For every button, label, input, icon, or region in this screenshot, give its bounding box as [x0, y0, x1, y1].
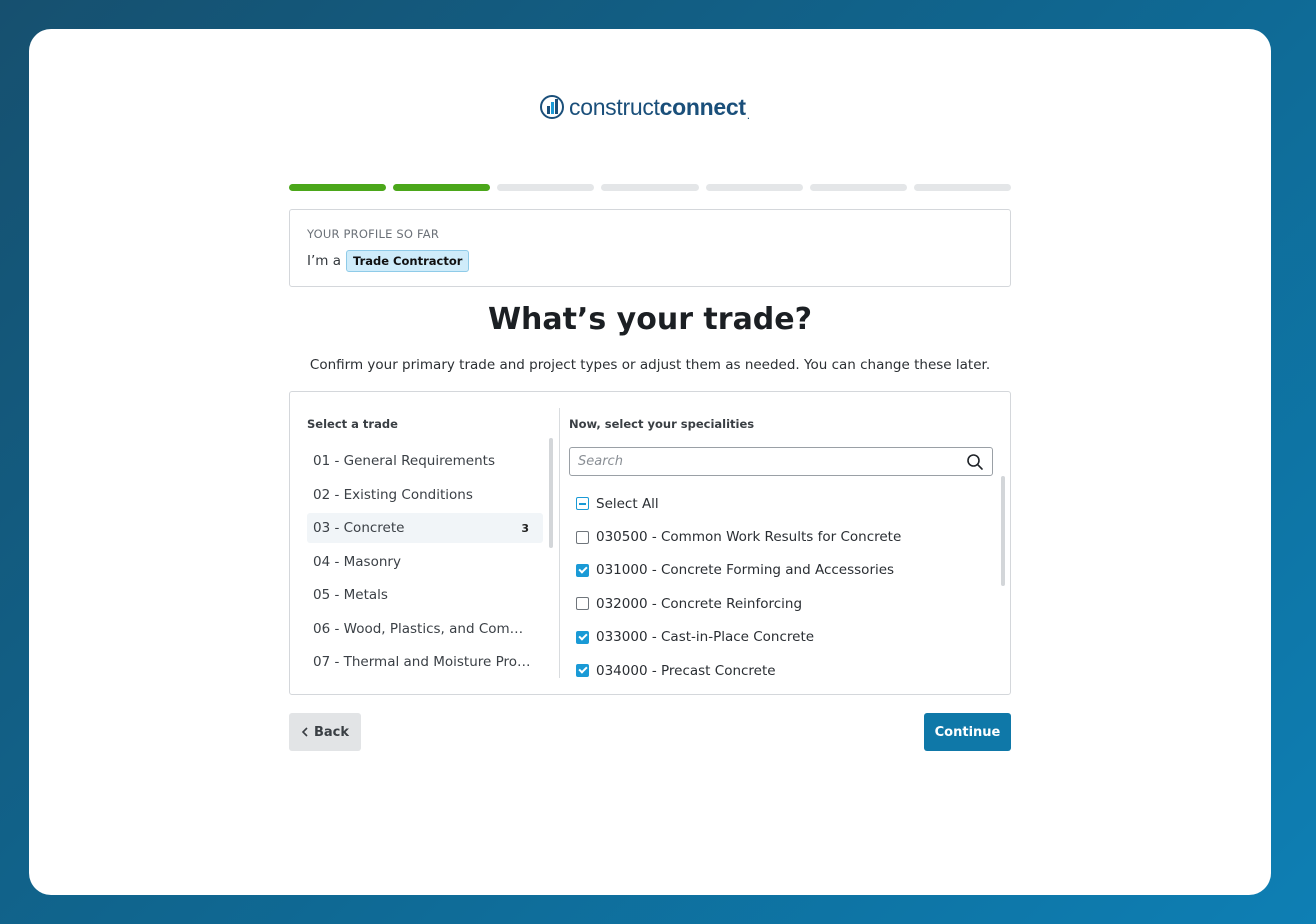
page-title: What’s your trade? [487, 302, 813, 337]
speciality-option[interactable]: 034000 - Precast Concrete [576, 654, 986, 687]
trade-item-label: 07 - Thermal and Moisture Prote... [313, 654, 531, 670]
speciality-column: Now, select your specialities Select All… [569, 392, 1005, 694]
speciality-option[interactable]: 033000 - Cast-in-Place Concrete [576, 621, 986, 654]
speciality-label: 031000 - Concrete Forming and Accessorie… [596, 562, 895, 579]
progress-segment [913, 184, 1011, 191]
search-icon[interactable] [966, 453, 984, 471]
speciality-option[interactable]: 030500 - Common Work Results for Concret… [576, 520, 986, 553]
trade-column: Select a trade 01 - General Requirements… [307, 392, 553, 694]
progress-segment [497, 184, 595, 191]
trade-list: 01 - General Requirements 02 - Existing C… [307, 446, 543, 681]
trade-item[interactable]: 02 - Existing Conditions [307, 480, 543, 510]
speciality-checkbox[interactable] [576, 664, 589, 678]
role-tag: Trade Contractor [346, 250, 470, 272]
profile-summary: YOUR PROFILE SO FAR I’m a Trade Contract… [289, 209, 1011, 287]
progress-segment [393, 184, 491, 191]
speciality-option[interactable]: 032000 - Concrete Reinforcing [576, 587, 986, 620]
logo-mark-icon [540, 95, 564, 119]
continue-button[interactable]: Continue [924, 713, 1011, 751]
speciality-label: 030500 - Common Work Results for Concret… [596, 529, 902, 546]
progress-bar [289, 184, 1011, 191]
trade-item-label: 01 - General Requirements [313, 453, 495, 469]
profile-heading: YOUR PROFILE SO FAR [307, 227, 440, 241]
trade-item[interactable]: 06 - Wood, Plastics, and Compos... [307, 614, 543, 644]
profile-prefix: I’m a [307, 253, 341, 269]
constructconnect-logo: constructconnect. [539, 93, 750, 121]
trade-item-label: 05 - Metals [313, 587, 388, 603]
page-subtitle: Confirm your primary trade and project t… [309, 357, 991, 373]
selected-count-badge: 3 [521, 521, 529, 535]
trade-item[interactable]: 05 - Metals [307, 580, 543, 610]
progress-segment [809, 184, 907, 191]
column-divider [559, 408, 560, 678]
speciality-checkbox[interactable] [576, 530, 589, 544]
profile-line: I’m a Trade Contractor [307, 250, 993, 272]
progress-segment [289, 184, 387, 191]
speciality-list: Select All 030500 - Common Work Results … [576, 487, 986, 687]
trade-list-scrollbar[interactable] [549, 438, 553, 548]
progress-segment [705, 184, 803, 191]
speciality-checkbox[interactable] [576, 630, 589, 644]
trade-column-title: Select a trade [307, 417, 398, 431]
speciality-checkbox[interactable] [576, 597, 589, 611]
trade-item-label: 04 - Masonry [313, 553, 401, 570]
trade-picker: Select a trade 01 - General Requirements… [289, 391, 1011, 695]
trade-item[interactable]: 04 - Masonry [307, 547, 543, 577]
speciality-column-title: Now, select your specialities [569, 417, 755, 431]
speciality-label: 034000 - Precast Concrete [596, 662, 776, 679]
search-input[interactable] [578, 454, 966, 469]
trade-item[interactable]: 07 - Thermal and Moisture Prote... [307, 647, 543, 677]
select-all-checkbox[interactable] [576, 497, 589, 511]
speciality-option[interactable]: 031000 - Concrete Forming and Accessorie… [576, 554, 986, 587]
back-button-label: Back [313, 724, 350, 740]
speciality-label: 032000 - Concrete Reinforcing [596, 595, 803, 612]
speciality-search [569, 447, 993, 476]
chevron-left-icon [301, 727, 308, 737]
trade-item-label: 06 - Wood, Plastics, and Compos... [313, 620, 531, 637]
progress-segment [601, 184, 699, 191]
select-all-label: Select All [596, 495, 659, 512]
speciality-checkbox[interactable] [576, 563, 589, 577]
trade-item-label: 02 - Existing Conditions [313, 486, 473, 503]
trade-item[interactable]: 01 - General Requirements [307, 446, 543, 476]
trade-item-label: 03 - Concrete [313, 520, 405, 536]
select-all-option[interactable]: Select All [576, 487, 986, 520]
speciality-list-scrollbar[interactable] [1001, 476, 1005, 586]
back-button[interactable]: Back [289, 713, 361, 751]
logo-wordmark: constructconnect. [569, 93, 750, 122]
speciality-label: 033000 - Cast-in-Place Concrete [596, 629, 815, 646]
trade-item[interactable]: 03 - Concrete 3 [307, 513, 543, 543]
